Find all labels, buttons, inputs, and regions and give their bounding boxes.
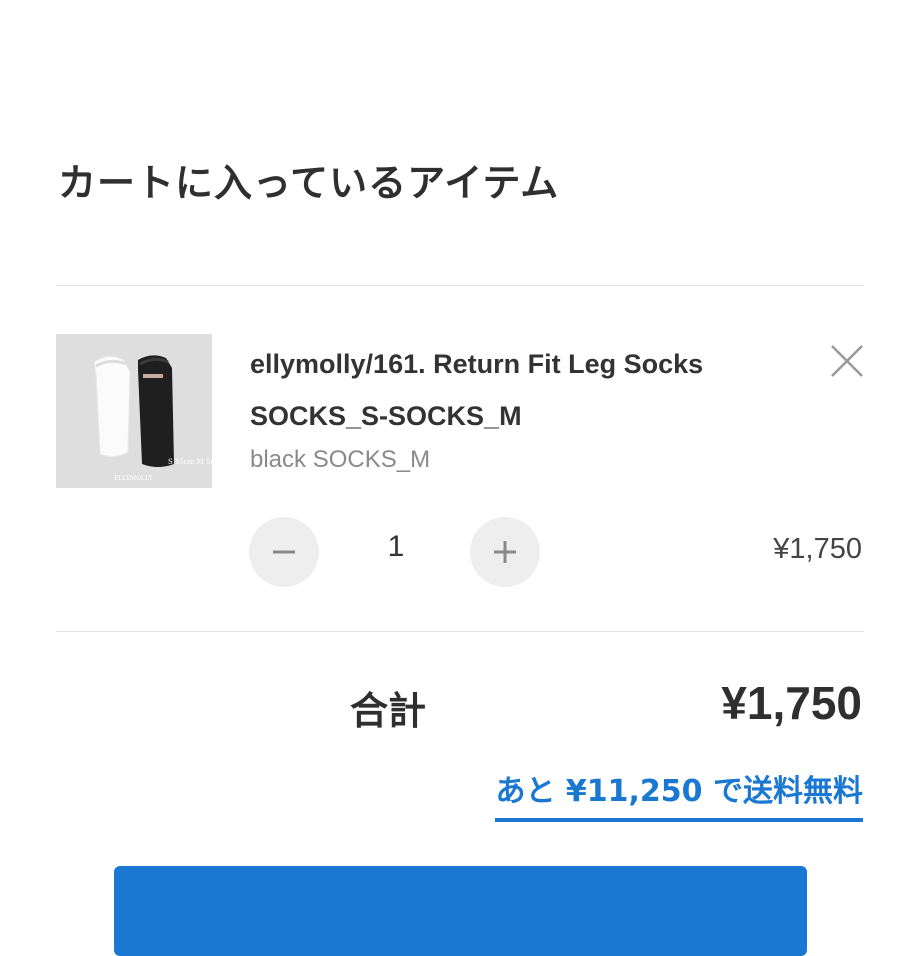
- product-variant: black SOCKS_M: [250, 446, 431, 473]
- quantity-value: 1: [387, 530, 405, 563]
- image-size-label: S 45cm M 50cm: [168, 458, 212, 466]
- increase-quantity-button[interactable]: [470, 517, 540, 587]
- free-shipping-link[interactable]: あと ¥11,250 で送料無料: [495, 766, 863, 822]
- page-title: カートに入っているアイテム: [58, 161, 560, 205]
- product-name[interactable]: ellymolly/161. Return Fit Leg Socks SOCK…: [250, 338, 810, 442]
- image-brand-label: ELLYMOLLY: [114, 475, 154, 482]
- plus-icon: [494, 541, 516, 563]
- close-icon: [831, 345, 863, 377]
- checkout-button[interactable]: [114, 866, 807, 956]
- product-thumbnail[interactable]: S 45cm M 50cm ELLYMOLLY: [56, 334, 212, 488]
- total-label: 合計: [350, 689, 427, 733]
- item-price: ¥1,750: [773, 533, 862, 565]
- decrease-quantity-button[interactable]: [249, 517, 319, 587]
- product-image: S 45cm M 50cm ELLYMOLLY: [56, 334, 212, 488]
- minus-icon: [273, 550, 295, 554]
- divider: [56, 285, 864, 286]
- divider: [56, 631, 864, 632]
- total-value: ¥1,750: [721, 677, 862, 729]
- remove-item-button[interactable]: [826, 340, 868, 382]
